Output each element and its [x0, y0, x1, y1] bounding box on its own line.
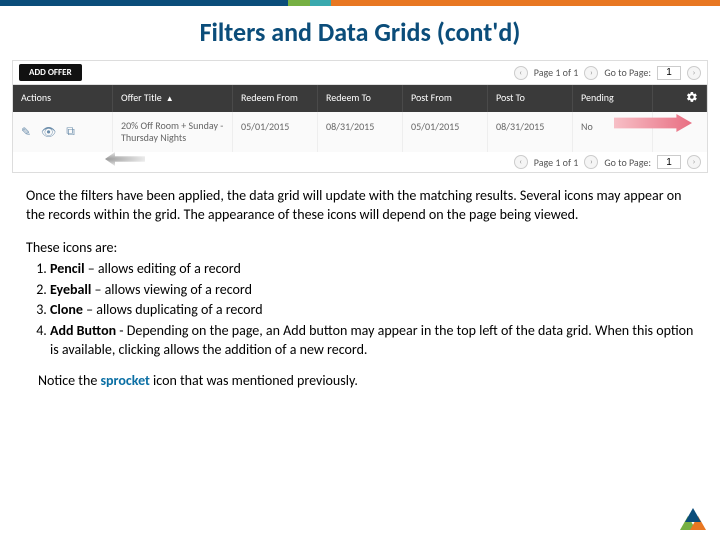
icon-list: Pencil – allows editing of a record Eyeb…: [50, 260, 694, 360]
col-offer-title-label: Offer Title: [121, 91, 162, 104]
notice-a: Notice the: [38, 372, 100, 389]
goto-page-input-bottom[interactable]: [657, 155, 681, 169]
goto-page-label: Go to Page:: [604, 66, 651, 79]
col-offer-title[interactable]: Offer Title ▲: [113, 85, 233, 112]
icons-intro: These icons are:: [26, 239, 694, 258]
goto-page-label-bottom: Go to Page:: [604, 156, 651, 169]
sort-caret-icon: ▲: [166, 94, 174, 104]
page-next-button-bottom[interactable]: ›: [584, 155, 598, 169]
goto-page-go-bottom[interactable]: ›: [687, 155, 701, 169]
eyeball-icon[interactable]: 👁: [41, 125, 56, 140]
col-pending: Pending: [573, 85, 653, 112]
pager-bottom: ‹ Page 1 of 1 › Go to Page: ›: [13, 152, 707, 172]
page-prev-button-bottom[interactable]: ‹: [514, 155, 528, 169]
list-item: Add Button - Depending on the page, an A…: [50, 322, 694, 360]
gear-icon: [686, 93, 698, 106]
notice-sprocket: Notice the sprocket icon that was mentio…: [38, 372, 694, 391]
add-offer-button[interactable]: ADD OFFER: [19, 64, 82, 81]
col-post-from: Post From: [403, 85, 488, 112]
row-actions: ✎ 👁 ⧉: [13, 112, 113, 152]
li-bold: Clone: [50, 301, 83, 318]
decorative-top-stripe: [0, 0, 720, 6]
goto-page-input[interactable]: [657, 66, 681, 80]
row-redeem-to: 08/31/2015: [318, 112, 403, 152]
data-grid: ADD OFFER ‹ Page 1 of 1 › Go to Page: › …: [12, 60, 708, 173]
col-redeem-to: Redeem To: [318, 85, 403, 112]
row-redeem-from: 05/01/2015: [233, 112, 318, 152]
col-sprocket[interactable]: [653, 85, 707, 112]
notice-b: icon that was mentioned previously.: [150, 372, 358, 389]
li-rest: – allows editing of a record: [85, 260, 241, 277]
page-status: Page 1 of 1: [534, 66, 579, 79]
pencil-icon[interactable]: ✎: [21, 125, 31, 140]
li-rest: – allows duplicating of a record: [83, 301, 263, 318]
paragraph-intro: Once the filters have been applied, the …: [26, 187, 694, 225]
table-row: ✎ 👁 ⧉ 20% Off Room + Sunday - Thursday N…: [13, 112, 707, 152]
page-next-button[interactable]: ›: [584, 66, 598, 80]
page-prev-button[interactable]: ‹: [514, 66, 528, 80]
notice-word: sprocket: [100, 372, 149, 389]
li-bold: Add Button: [50, 322, 116, 339]
col-redeem-from: Redeem From: [233, 85, 318, 112]
row-post-to: 08/31/2015: [488, 112, 573, 152]
grid-topbar: ADD OFFER ‹ Page 1 of 1 › Go to Page: ›: [13, 61, 707, 85]
brand-logo-icon: [680, 508, 706, 532]
goto-page-go[interactable]: ›: [687, 66, 701, 80]
explanatory-text: Once the filters have been applied, the …: [0, 177, 720, 391]
li-rest: – allows viewing of a record: [91, 281, 252, 298]
pager-top: ‹ Page 1 of 1 › Go to Page: ›: [514, 66, 701, 80]
li-bold: Pencil: [50, 260, 85, 277]
row-offer-title: 20% Off Room + Sunday - Thursday Nights: [113, 112, 233, 152]
list-item: Eyeball – allows viewing of a record: [50, 281, 694, 300]
li-bold: Eyeball: [50, 281, 91, 298]
clone-icon[interactable]: ⧉: [66, 125, 75, 139]
li-rest: - Depending on the page, an Add button m…: [50, 322, 693, 358]
grid-header-row: Actions Offer Title ▲ Redeem From Redeem …: [13, 85, 707, 112]
page-status-bottom: Page 1 of 1: [534, 156, 579, 169]
list-item: Pencil – allows editing of a record: [50, 260, 694, 279]
page-title: Filters and Data Grids (cont'd): [0, 16, 720, 48]
list-item: Clone – allows duplicating of a record: [50, 301, 694, 320]
col-actions: Actions: [13, 85, 113, 112]
row-post-from: 05/01/2015: [403, 112, 488, 152]
col-post-to: Post To: [488, 85, 573, 112]
